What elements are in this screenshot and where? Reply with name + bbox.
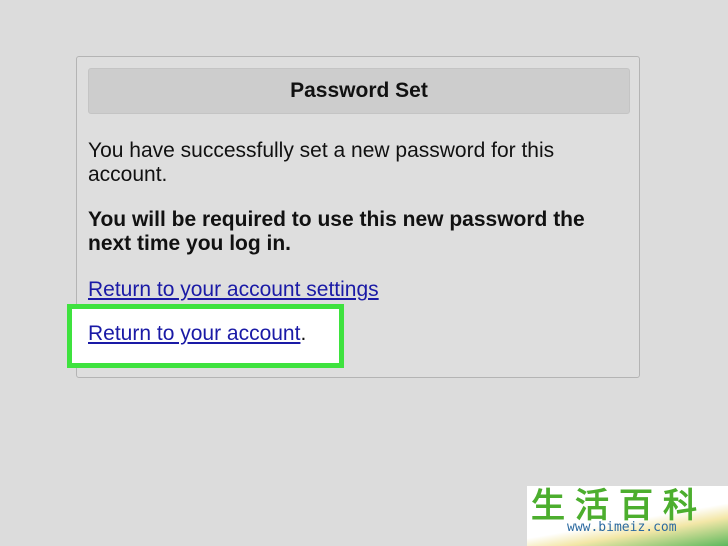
success-message: You have successfully set a new password… <box>88 139 555 186</box>
return-to-account-link[interactable]: Return to your account <box>88 322 300 345</box>
panel-title: Password Set <box>290 79 428 102</box>
account-settings-link[interactable]: Return to your account settings <box>88 278 379 302</box>
page: Password Set You have successfully set a… <box>0 0 728 546</box>
link-suffix: . <box>300 322 307 345</box>
panel-header: Password Set <box>88 68 630 114</box>
notice-message: You will be required to use this new pas… <box>88 208 585 255</box>
watermark-url: www.bimeiz.com <box>567 520 677 535</box>
return-account-line: Return to your account. <box>88 322 306 346</box>
watermark-logo: 生活百科 www.bimeiz.com <box>527 486 728 546</box>
